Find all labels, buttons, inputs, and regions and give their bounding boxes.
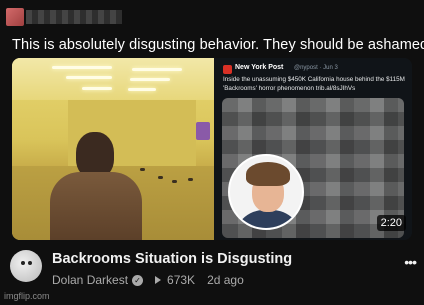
post-header bbox=[0, 0, 424, 34]
tweet-account: New York Post bbox=[235, 64, 284, 71]
video-meta: Dolan Darkest ✓ 673K 2d ago bbox=[52, 273, 244, 287]
blurred-username bbox=[26, 10, 122, 24]
video-title[interactable]: Backrooms Situation is Disgusting bbox=[52, 251, 292, 267]
video-thumbnail[interactable]: New York Post @nypost · Jun 3 Inside the… bbox=[12, 58, 412, 240]
nypost-logo-icon bbox=[223, 65, 232, 74]
person-portrait bbox=[228, 154, 304, 230]
imgflip-watermark: imgflip.com bbox=[4, 291, 50, 301]
backrooms-scene-image bbox=[12, 58, 214, 240]
tweet-screenshot: New York Post @nypost · Jun 3 Inside the… bbox=[214, 58, 412, 240]
post-caption: This is absolutely disgusting behavior. … bbox=[12, 37, 424, 53]
more-options-button[interactable]: ••• bbox=[404, 254, 417, 270]
play-icon bbox=[155, 276, 162, 284]
channel-name[interactable]: Dolan Darkest bbox=[52, 273, 128, 287]
view-count: 673K bbox=[167, 273, 196, 287]
upload-age: 2d ago bbox=[207, 273, 244, 287]
verified-check-icon: ✓ bbox=[132, 274, 144, 286]
blurred-avatar bbox=[6, 8, 24, 26]
tweet-text: Inside the unassuming $450K California h… bbox=[223, 76, 405, 92]
duration-badge: 2:20 bbox=[376, 215, 406, 231]
man-figure bbox=[50, 132, 142, 240]
tweet-meta: @nypost · Jun 3 bbox=[294, 65, 338, 71]
channel-avatar[interactable] bbox=[10, 250, 42, 282]
